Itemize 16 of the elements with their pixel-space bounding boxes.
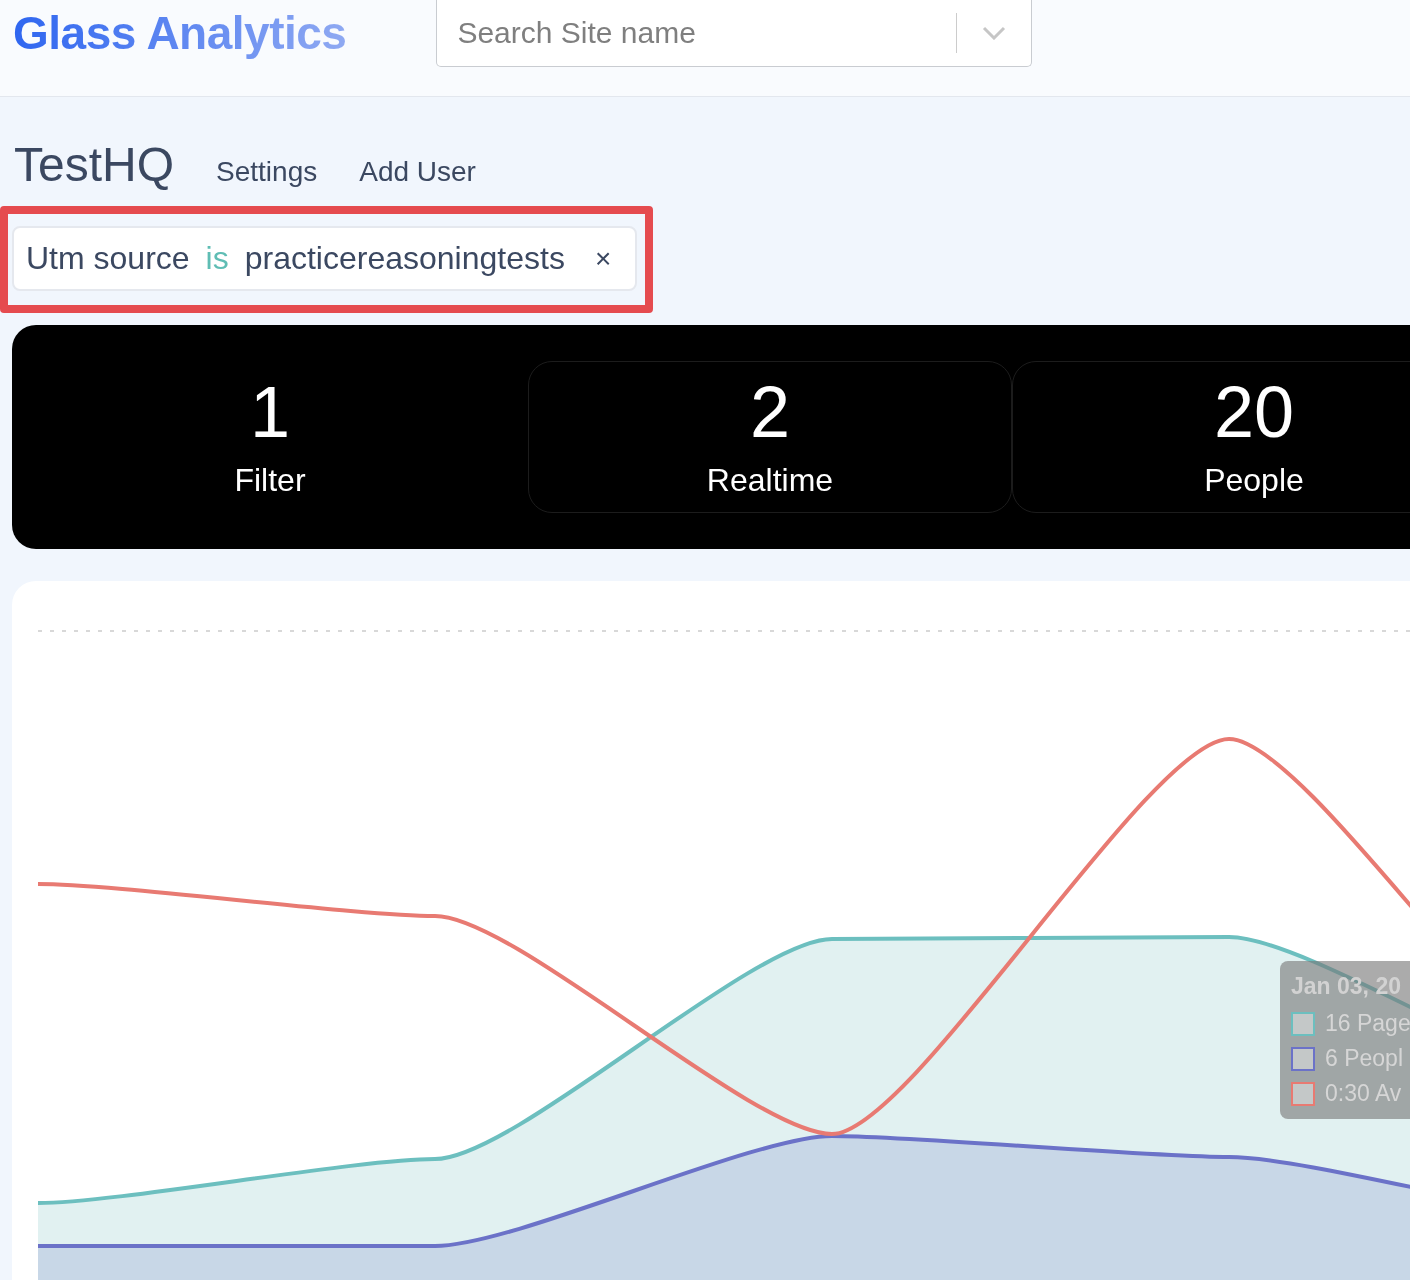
nav-link[interactable]: Add User xyxy=(359,156,476,188)
stat-label: People xyxy=(1204,461,1304,499)
stat-value: 1 xyxy=(249,375,290,448)
remove-filter-button[interactable]: × xyxy=(580,242,612,275)
site-title: TestHQ xyxy=(14,137,175,192)
search-field[interactable]: Search Site name xyxy=(437,14,957,51)
filter-operator: is xyxy=(205,240,229,277)
chevron-down-icon xyxy=(982,25,1007,40)
filter-value: practicereasoningtests xyxy=(244,240,565,277)
stat-label: Realtime xyxy=(706,461,834,499)
filter-field: Utm source xyxy=(26,240,190,277)
site-select[interactable]: Search Site name xyxy=(436,0,1033,67)
stat-value: 20 xyxy=(1213,375,1295,448)
nav-link[interactable]: Settings xyxy=(216,156,318,188)
stat-label: Filter xyxy=(234,461,306,499)
stat-value: 2 xyxy=(749,375,790,448)
